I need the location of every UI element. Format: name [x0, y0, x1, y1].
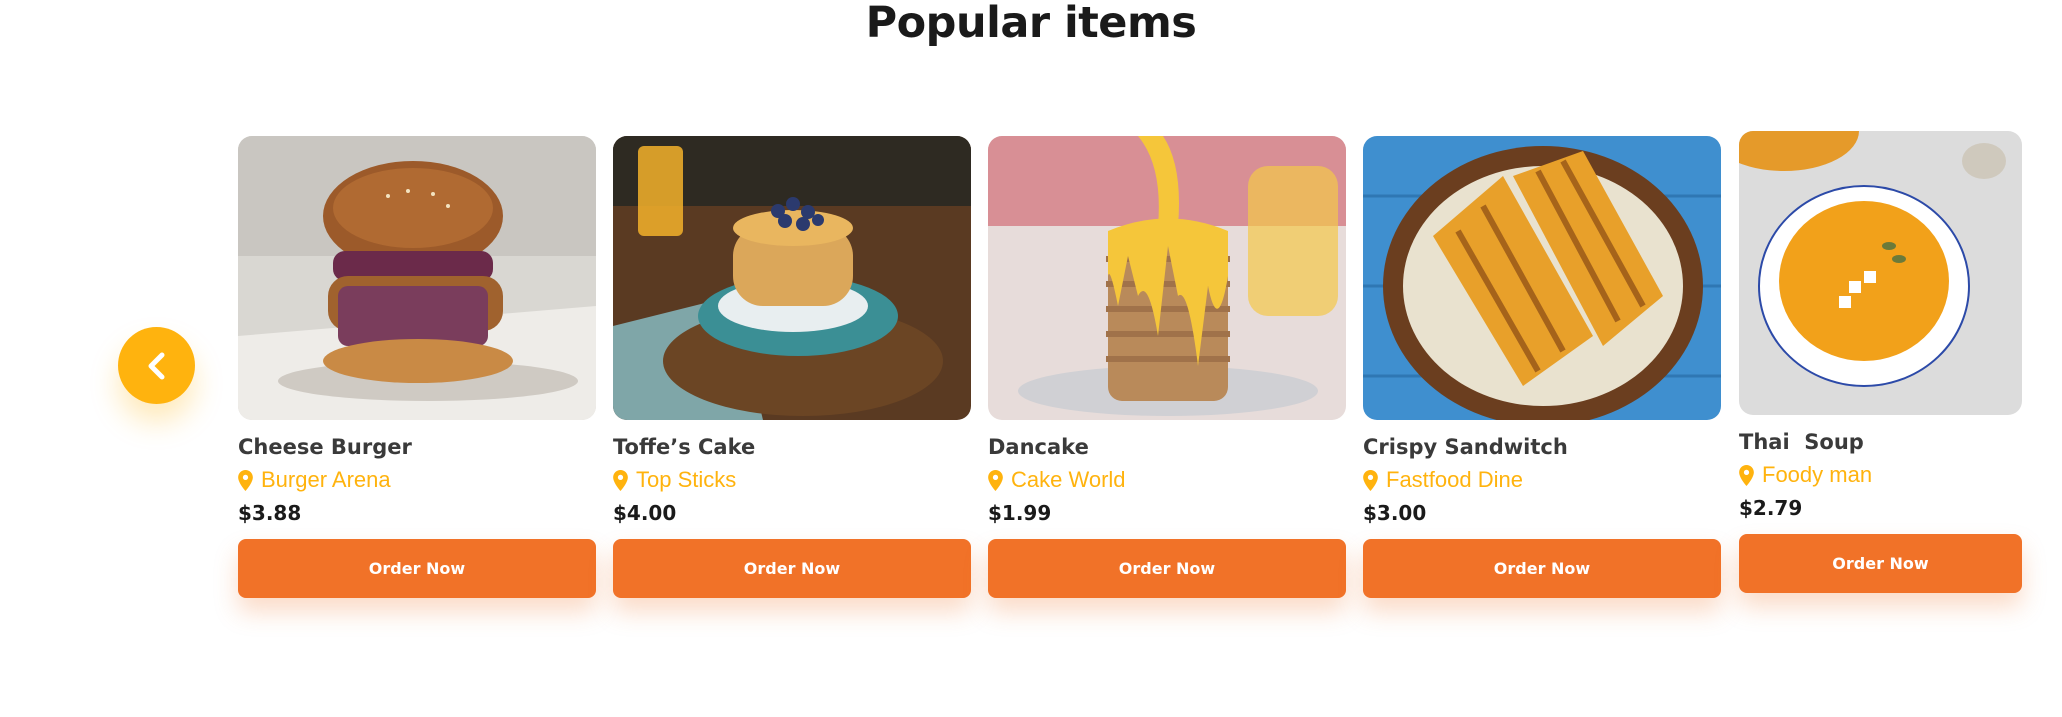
location-pin-icon: [613, 469, 628, 491]
chevron-left-icon: [148, 352, 164, 379]
item-location-label: Fastfood Dine: [1386, 467, 1523, 492]
order-now-button[interactable]: Order Now: [613, 539, 971, 598]
item-name: Toffe’s Cake: [613, 435, 756, 459]
food-card: Cheese Burger Burger Arena $3.88 Order N…: [238, 136, 596, 598]
item-name: Dancake: [988, 435, 1089, 459]
item-name: Cheese Burger: [238, 435, 412, 459]
location-pin-icon: [1363, 469, 1378, 491]
order-now-button[interactable]: Order Now: [238, 539, 596, 598]
item-price: $2.79: [1739, 496, 1803, 520]
item-location-label: Burger Arena: [261, 467, 391, 492]
location-pin-icon: [238, 469, 253, 491]
food-card: Thai Soup Foody man $2.79 Order Now: [1739, 131, 2022, 593]
item-price: $3.88: [238, 501, 302, 525]
order-now-button[interactable]: Order Now: [1739, 534, 2022, 593]
item-location-label: Top Sticks: [636, 467, 737, 492]
carousel-prev-button[interactable]: [118, 327, 195, 404]
food-card: Dancake Cake World $1.99 Order Now: [988, 136, 1346, 598]
order-now-button[interactable]: Order Now: [1363, 539, 1721, 598]
pancake-stack-image[interactable]: [613, 136, 971, 420]
item-location[interactable]: Cake World: [988, 467, 1346, 493]
item-price: $1.99: [988, 501, 1052, 525]
dancake-image[interactable]: [988, 136, 1346, 420]
order-now-button[interactable]: Order Now: [988, 539, 1346, 598]
item-price: $4.00: [613, 501, 677, 525]
item-location[interactable]: Fastfood Dine: [1363, 467, 1721, 493]
item-price: $3.00: [1363, 501, 1427, 525]
burger-image[interactable]: [238, 136, 596, 420]
location-pin-icon: [1739, 464, 1754, 486]
item-location-label: Foody man: [1762, 462, 1873, 487]
item-location[interactable]: Foody man: [1739, 462, 2022, 488]
item-name: Thai Soup: [1739, 430, 1864, 454]
item-location[interactable]: Burger Arena: [238, 467, 596, 493]
location-pin-icon: [988, 469, 1003, 491]
food-card: Crispy Sandwitch Fastfood Dine $3.00 Ord…: [1363, 136, 1721, 598]
section-title: Popular items: [865, 0, 1197, 48]
food-card: Toffe’s Cake Top Sticks $4.00 Order Now: [613, 136, 971, 598]
soup-image[interactable]: [1739, 131, 2022, 415]
item-location[interactable]: Top Sticks: [613, 467, 971, 493]
item-name: Crispy Sandwitch: [1363, 435, 1568, 459]
sandwich-image[interactable]: [1363, 136, 1721, 420]
item-location-label: Cake World: [1011, 467, 1126, 492]
